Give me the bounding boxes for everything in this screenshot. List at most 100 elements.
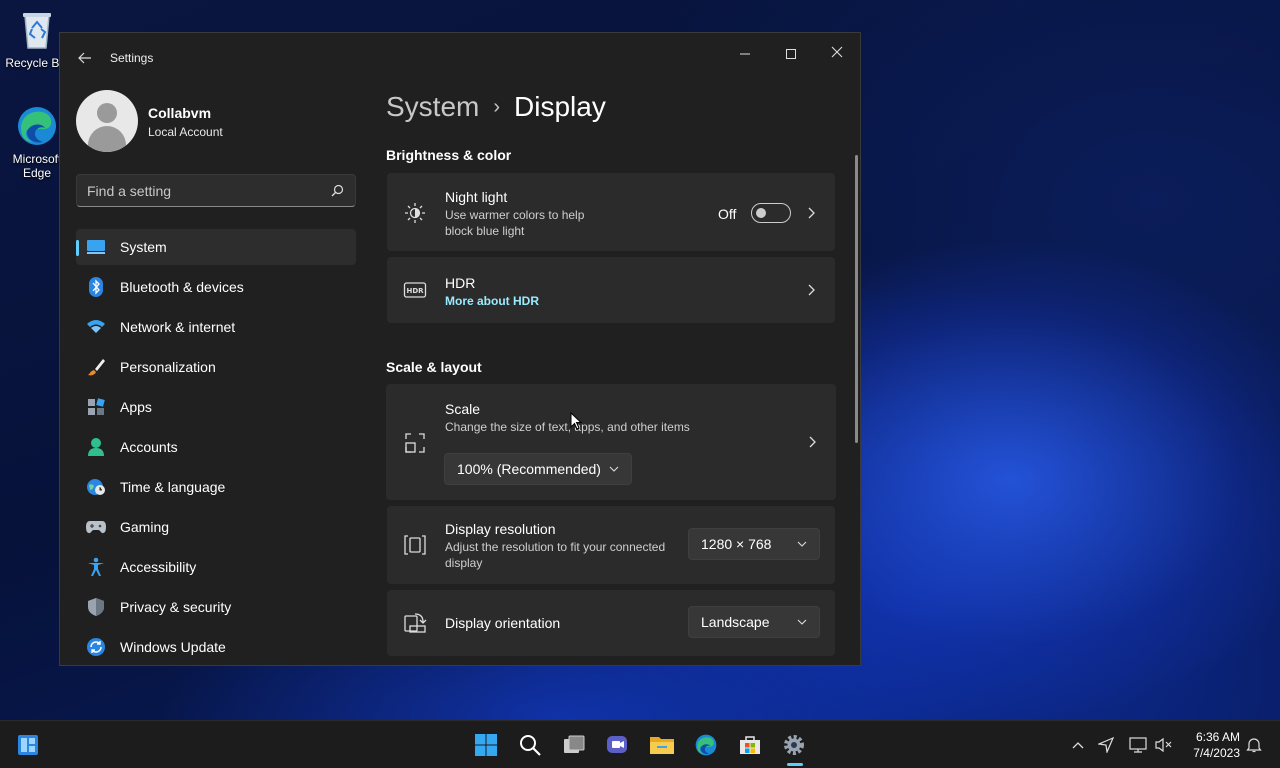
sidebar-item-network[interactable]: Network & internet xyxy=(76,309,356,345)
sidebar-nav: System Bluetooth & devices Network & int… xyxy=(76,229,356,665)
search-box[interactable] xyxy=(76,174,356,207)
sidebar-item-accessibility[interactable]: Accessibility xyxy=(76,549,356,585)
hdr-link[interactable]: More about HDR xyxy=(445,294,539,308)
sidebar-item-label: Privacy & security xyxy=(120,599,232,615)
show-hidden-icons-button[interactable] xyxy=(1068,735,1088,755)
edge-button[interactable] xyxy=(691,730,721,760)
taskbar-clock[interactable]: 6:36 AM 7/4/2023 xyxy=(1186,729,1240,761)
settings-window: Settings Collabvm Local Account System xyxy=(59,32,861,666)
search-icon xyxy=(520,735,541,756)
volume-tray-button[interactable] xyxy=(1154,735,1174,755)
chevron-right-icon[interactable] xyxy=(805,282,817,298)
widgets-icon xyxy=(18,735,38,755)
edge-icon xyxy=(15,104,59,148)
brush-icon xyxy=(85,356,107,378)
scale-icon xyxy=(405,433,425,453)
chat-button[interactable] xyxy=(603,730,633,760)
sidebar-item-time-language[interactable]: Time & language xyxy=(76,469,356,505)
chevron-right-icon[interactable] xyxy=(805,205,817,221)
clock-date: 7/4/2023 xyxy=(1193,746,1240,760)
bluetooth-icon xyxy=(85,276,107,298)
resolution-dropdown[interactable]: 1280 × 768 xyxy=(688,528,820,560)
sidebar-item-gaming[interactable]: Gaming xyxy=(76,509,356,545)
content-scrollbar[interactable] xyxy=(855,155,858,443)
sidebar-item-label: Accessibility xyxy=(120,559,197,575)
scale-card[interactable]: Scale Change the size of text, apps, and… xyxy=(386,384,836,500)
title-bar: Settings xyxy=(60,33,860,81)
sidebar-item-apps[interactable]: Apps xyxy=(76,389,356,425)
location-icon xyxy=(1098,737,1114,753)
hdr-card[interactable]: HDR HDR More about HDR xyxy=(387,257,835,323)
breadcrumb-separator: › xyxy=(493,95,501,118)
scale-value: 100% (Recommended) xyxy=(457,461,601,477)
scale-title: Scale xyxy=(445,401,481,417)
system-icon xyxy=(85,236,107,258)
location-tray-button[interactable] xyxy=(1096,735,1116,755)
network-tray-button[interactable] xyxy=(1128,735,1148,755)
chevron-up-icon xyxy=(1072,742,1084,749)
notification-center-button[interactable] xyxy=(1244,735,1264,755)
sidebar-item-label: System xyxy=(120,239,167,255)
update-icon xyxy=(85,636,107,658)
breadcrumb: System › Display xyxy=(386,91,606,123)
edge-icon xyxy=(695,734,717,756)
avatar-head xyxy=(97,103,117,123)
section-title-brightness: Brightness & color xyxy=(386,147,512,163)
sidebar-item-label: Bluetooth & devices xyxy=(120,279,244,295)
user-name: Collabvm xyxy=(148,105,212,121)
orientation-icon xyxy=(404,613,427,633)
orientation-title: Display orientation xyxy=(445,615,561,631)
sidebar-item-windows-update[interactable]: Windows Update xyxy=(76,629,356,665)
maximize-button[interactable] xyxy=(768,39,814,69)
chevron-right-icon[interactable] xyxy=(806,434,818,450)
sidebar-item-label: Time & language xyxy=(120,479,226,495)
night-light-toggle[interactable] xyxy=(751,203,791,223)
notification-icon xyxy=(1246,738,1262,753)
search-icon[interactable] xyxy=(329,183,345,199)
file-explorer-icon xyxy=(650,737,674,754)
sidebar-item-accounts[interactable]: Accounts xyxy=(76,429,356,465)
chevron-down-icon xyxy=(797,541,807,547)
show-desktop-widget[interactable] xyxy=(13,730,43,760)
night-light-card[interactable]: Night light Use warmer colors to help bl… xyxy=(387,173,835,251)
file-explorer-button[interactable] xyxy=(647,730,677,760)
sidebar-item-label: Personalization xyxy=(120,359,216,375)
display-resolution-card: Display resolution Adjust the resolution… xyxy=(387,506,835,584)
resolution-value: 1280 × 768 xyxy=(701,536,772,552)
resolution-icon xyxy=(404,535,426,555)
store-icon xyxy=(740,736,760,754)
search-input[interactable] xyxy=(87,181,317,201)
taskbar-search-button[interactable] xyxy=(515,730,545,760)
avatar-body xyxy=(88,126,126,152)
avatar[interactable] xyxy=(76,90,138,152)
wifi-icon xyxy=(85,316,107,338)
scale-description: Change the size of text, apps, and other… xyxy=(445,420,690,434)
start-button[interactable] xyxy=(471,730,501,760)
sidebar-item-label: Network & internet xyxy=(120,319,236,335)
orientation-dropdown[interactable]: Landscape xyxy=(688,606,820,638)
night-light-state: Off xyxy=(718,206,737,222)
shield-icon xyxy=(85,596,107,618)
orientation-value: Landscape xyxy=(701,614,770,630)
scale-dropdown[interactable]: 100% (Recommended) xyxy=(444,453,632,485)
sidebar-item-privacy-security[interactable]: Privacy & security xyxy=(76,589,356,625)
sidebar-item-personalization[interactable]: Personalization xyxy=(76,349,356,385)
sidebar-item-bluetooth[interactable]: Bluetooth & devices xyxy=(76,269,356,305)
task-view-icon xyxy=(564,735,585,753)
night-light-description: Use warmer colors to help block blue lig… xyxy=(445,208,585,238)
sidebar-item-label: Accounts xyxy=(120,439,178,455)
close-icon xyxy=(831,46,843,58)
settings-button[interactable] xyxy=(779,730,809,760)
hdr-icon: HDR xyxy=(403,282,427,298)
minimize-button[interactable] xyxy=(722,39,768,69)
settings-icon xyxy=(784,735,804,755)
resolution-description: Adjust the resolution to fit your connec… xyxy=(445,540,666,570)
sidebar-item-system[interactable]: System xyxy=(76,229,356,265)
store-button[interactable] xyxy=(735,730,765,760)
back-button[interactable] xyxy=(74,47,96,69)
breadcrumb-parent[interactable]: System xyxy=(386,91,479,123)
close-button[interactable] xyxy=(814,39,860,69)
task-view-button[interactable] xyxy=(559,730,589,760)
accounts-icon xyxy=(85,436,107,458)
window-title: Settings xyxy=(110,51,154,65)
